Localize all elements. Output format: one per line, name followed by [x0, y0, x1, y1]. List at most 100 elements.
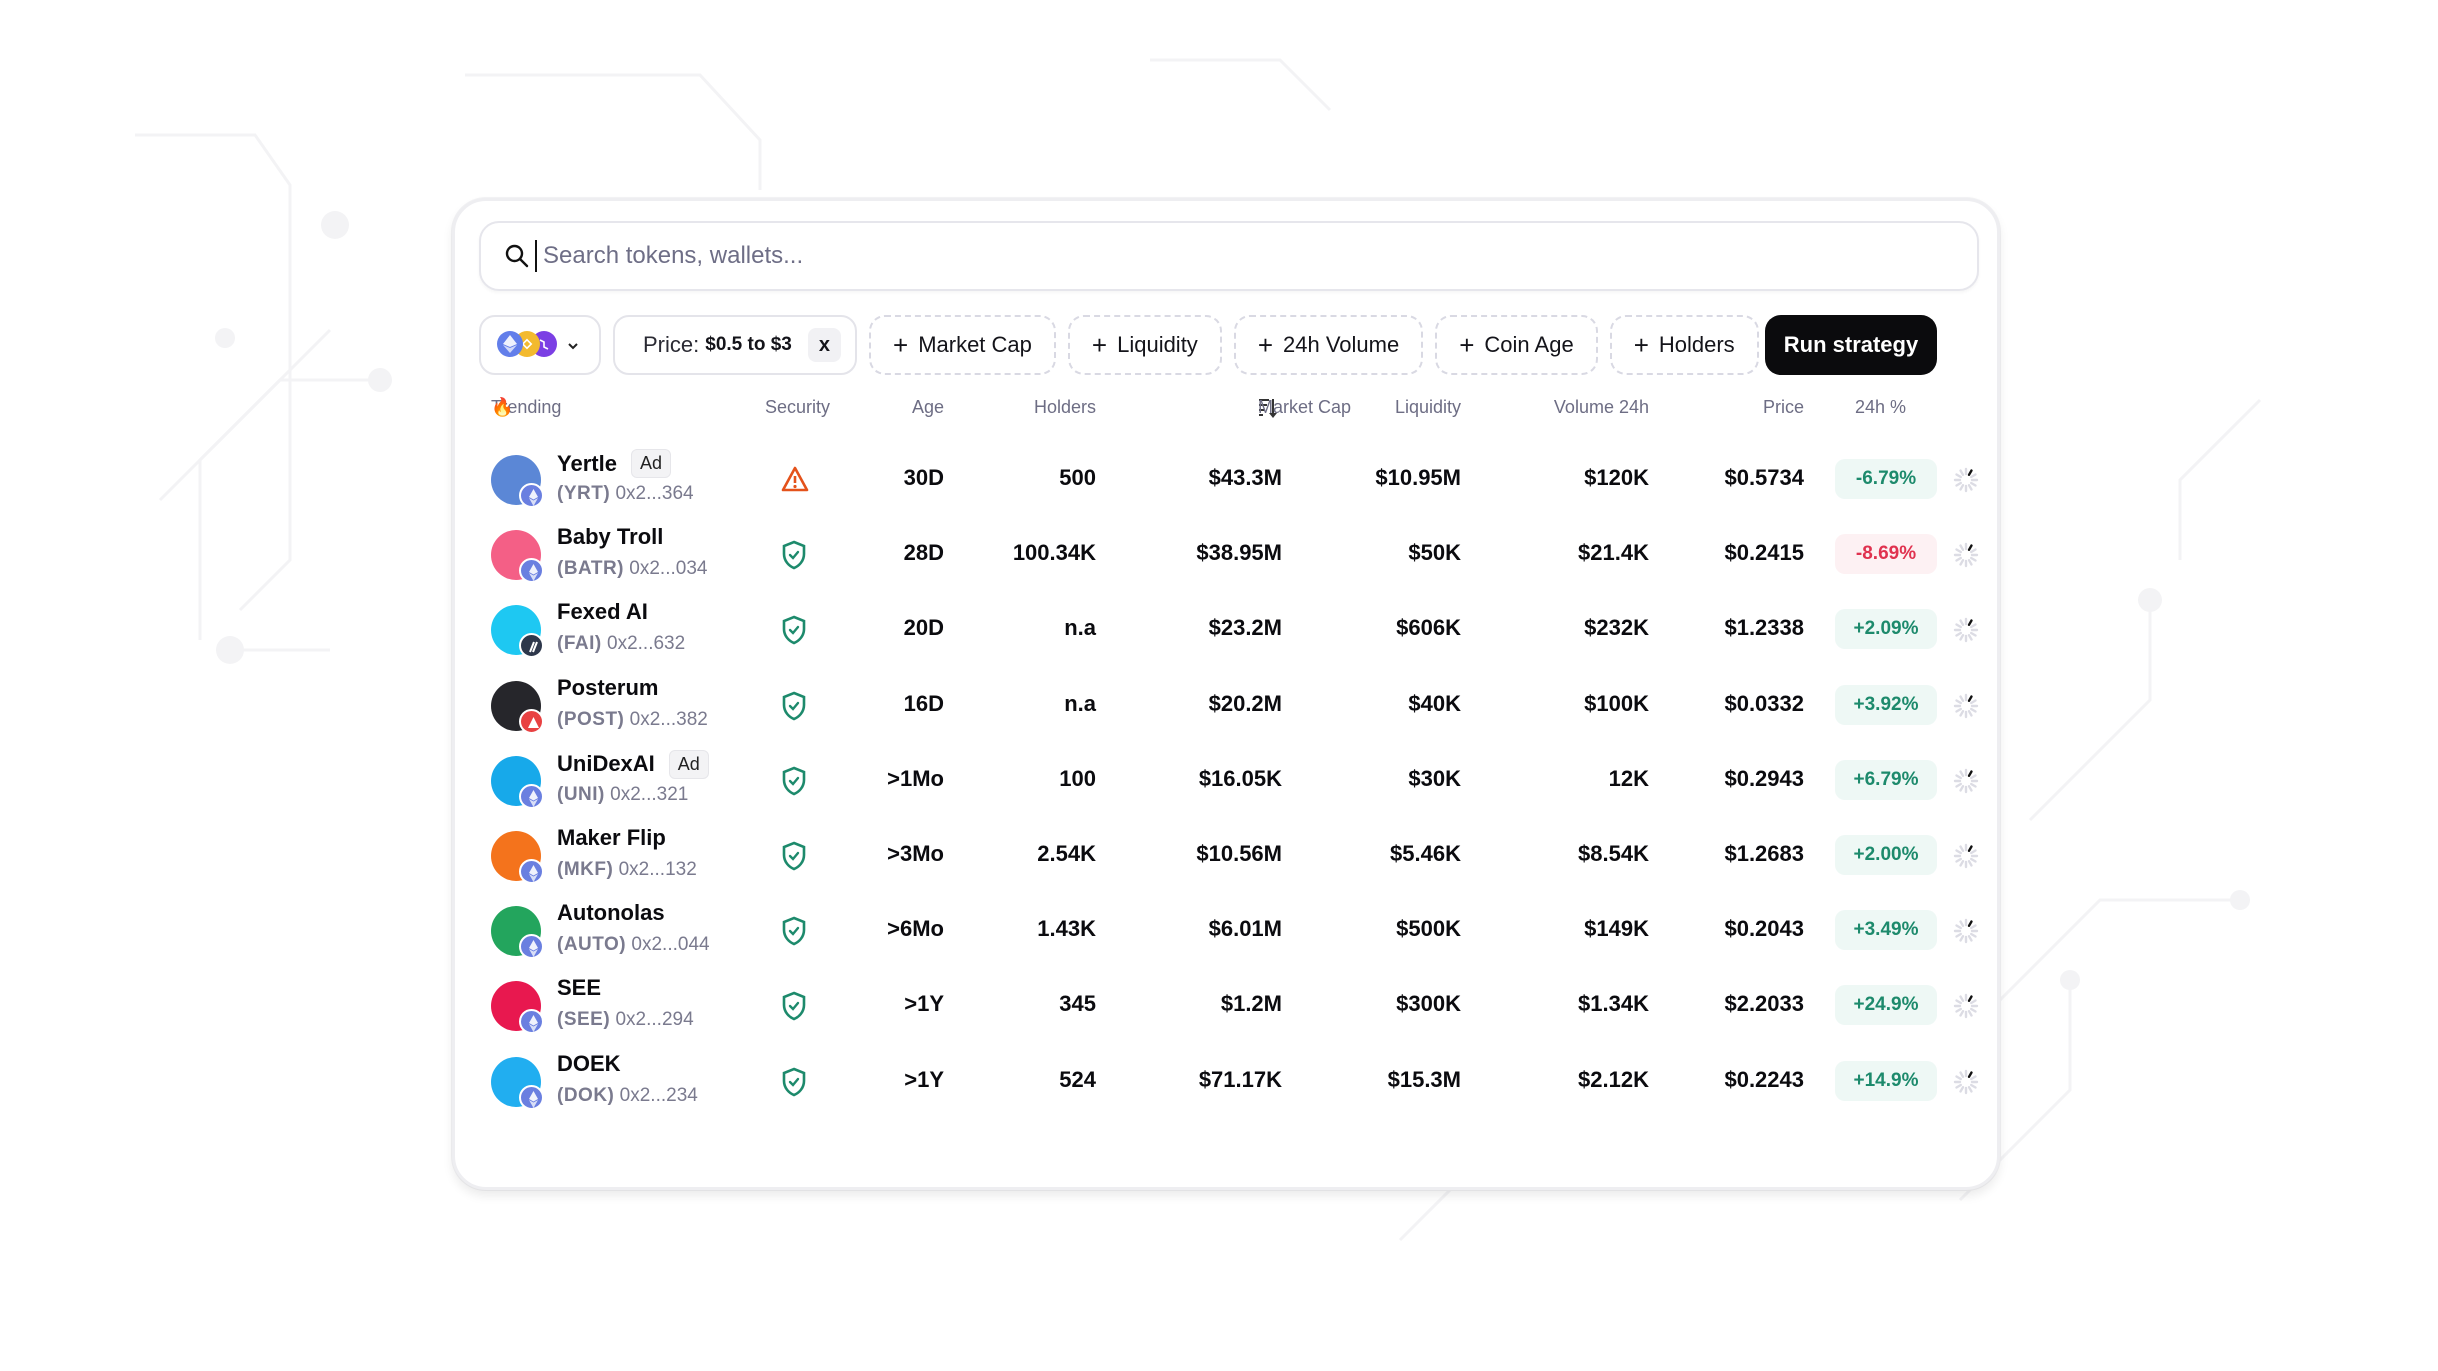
- loading-spinner-icon: [1953, 1069, 1979, 1095]
- token-address[interactable]: 0x2...321: [610, 784, 688, 805]
- liquidity-value: $5.46K: [1390, 841, 1461, 866]
- table-row[interactable]: SEE (SEE) 0x2...294 >1Y 345 $1.2M $300K …: [455, 967, 1997, 1045]
- liquidity-value: $606K: [1396, 615, 1461, 641]
- shield-check-icon[interactable]: [781, 916, 811, 946]
- ethereum-icon: [497, 331, 523, 357]
- text-cursor: [535, 240, 537, 272]
- token-name[interactable]: Posterum: [557, 675, 658, 701]
- token-name[interactable]: DOEK: [557, 1051, 621, 1077]
- token-name[interactable]: Maker Flip: [557, 825, 666, 851]
- add-holders-filter[interactable]: + Holders: [1609, 315, 1759, 375]
- token-address[interactable]: 0x2...294: [615, 1009, 693, 1030]
- remove-filter-button[interactable]: x: [807, 328, 841, 362]
- shield-check-icon[interactable]: [781, 841, 811, 871]
- table-header: Trending 🔥 Security Age Holders Market C…: [455, 397, 1997, 427]
- change-badge: +14.9%: [1835, 1060, 1937, 1101]
- header-age[interactable]: Age: [912, 397, 944, 418]
- liquidity-value: $500K: [1396, 916, 1461, 942]
- token-address[interactable]: 0x2...632: [607, 633, 685, 654]
- token-meta: (UNI) 0x2...321: [557, 784, 688, 806]
- token-address[interactable]: 0x2...044: [631, 934, 709, 955]
- market-cap-value: $23.2M: [1208, 615, 1282, 641]
- run-strategy-button[interactable]: Run strategy: [1765, 315, 1937, 375]
- price-value: $0.5734: [1724, 465, 1804, 490]
- holders-value: 100: [1059, 765, 1096, 791]
- token-name[interactable]: Yertle: [557, 451, 617, 477]
- shield-check-icon[interactable]: [781, 615, 811, 645]
- market-cap-value: $10.56M: [1196, 841, 1282, 866]
- age-value: >3Mo: [887, 841, 944, 866]
- search-icon: [503, 242, 531, 270]
- header-market-cap[interactable]: Market Cap: [1258, 397, 1351, 419]
- token-logo: [491, 755, 544, 809]
- token-address[interactable]: 0x2...034: [629, 558, 707, 579]
- token-meta: (AUTO) 0x2...044: [557, 934, 710, 956]
- search-bar[interactable]: [479, 221, 1979, 291]
- add-volume-filter[interactable]: + 24h Volume: [1233, 315, 1424, 375]
- table-row[interactable]: DOEK (DOK) 0x2...234 >1Y 524 $71.17K $15…: [455, 1043, 1997, 1121]
- price-filter-value: $0.5 to $3: [705, 334, 792, 355]
- token-address[interactable]: 0x2...234: [620, 1085, 698, 1106]
- shield-check-icon[interactable]: [781, 766, 811, 796]
- price-filter-chip[interactable]: Price: $0.5 to $3 x: [613, 315, 857, 375]
- volume-value: $120K: [1584, 465, 1649, 490]
- shield-check-icon[interactable]: [781, 540, 811, 570]
- token-logo: [491, 906, 544, 960]
- header-price[interactable]: Price: [1763, 397, 1804, 418]
- change-badge: +2.09%: [1835, 609, 1937, 650]
- token-name[interactable]: Baby Troll: [557, 524, 663, 550]
- token-address[interactable]: 0x2...132: [619, 859, 697, 880]
- add-market-cap-filter[interactable]: + Market Cap: [869, 315, 1056, 375]
- change-badge: +24.9%: [1835, 985, 1937, 1026]
- table-row[interactable]: Maker Flip (MKF) 0x2...132 >3Mo 2.54K $1…: [455, 817, 1997, 895]
- chain-badge-icon: [519, 1084, 544, 1110]
- token-address[interactable]: 0x2...382: [630, 709, 708, 730]
- holders-value: 2.54K: [1037, 841, 1096, 866]
- holders-value: 524: [1059, 1066, 1096, 1092]
- table-row[interactable]: Baby Troll (BATR) 0x2...034 28D 100.34K …: [455, 516, 1997, 594]
- chain-badge-icon: [519, 633, 544, 659]
- shield-check-icon[interactable]: [781, 991, 811, 1021]
- liquidity-value: $30K: [1408, 765, 1461, 791]
- volume-value: $2.12K: [1578, 1066, 1649, 1092]
- plus-icon: +: [893, 329, 909, 360]
- holders-value: 100.34K: [1012, 540, 1096, 566]
- token-name[interactable]: UniDexAI: [557, 751, 655, 777]
- table-row[interactable]: Autonolas (AUTO) 0x2...044 >6Mo 1.43K $6…: [455, 892, 1997, 970]
- chain-selector[interactable]: [479, 315, 601, 375]
- token-name-wrap: SEE: [557, 975, 601, 1001]
- header-security[interactable]: Security: [765, 397, 830, 418]
- shield-check-icon[interactable]: [781, 1067, 811, 1097]
- header-liquidity[interactable]: Liquidity: [1395, 397, 1461, 418]
- table-row[interactable]: Fexed AI (FAI) 0x2...632 20D n.a $23.2M …: [455, 591, 1997, 669]
- header-change[interactable]: 24h %: [1855, 397, 1906, 418]
- price-value: $0.0332: [1724, 690, 1804, 716]
- token-name[interactable]: SEE: [557, 975, 601, 1001]
- add-liquidity-filter[interactable]: + Liquidity: [1067, 315, 1222, 375]
- shield-check-icon[interactable]: [781, 691, 811, 721]
- token-symbol: (MKF): [557, 859, 614, 880]
- token-logo: [491, 680, 544, 734]
- token-screener-card: Price: $0.5 to $3 x + Market Cap + Liqui…: [452, 198, 2000, 1190]
- search-input[interactable]: [543, 242, 1977, 270]
- filter-label: 24h Volume: [1283, 332, 1400, 357]
- header-volume[interactable]: Volume 24h: [1554, 397, 1649, 418]
- token-address[interactable]: 0x2...364: [615, 483, 693, 504]
- table-row[interactable]: Yertle Ad (YRT) 0x2...364 30D 500 $43.3M…: [455, 441, 1997, 519]
- filter-label: Coin Age: [1484, 332, 1574, 357]
- volume-value: $100K: [1584, 690, 1649, 716]
- price-filter-label: Price:: [643, 332, 700, 357]
- volume-value: $8.54K: [1578, 841, 1649, 866]
- volume-value: 12K: [1608, 765, 1649, 791]
- table-row[interactable]: UniDexAI Ad (UNI) 0x2...321 >1Mo 100 $16…: [455, 742, 1997, 820]
- table-row[interactable]: Posterum (POST) 0x2...382 16D n.a $20.2M…: [455, 667, 1997, 745]
- token-name[interactable]: Fexed AI: [557, 599, 648, 625]
- header-holders[interactable]: Holders: [1034, 397, 1096, 418]
- add-coin-age-filter[interactable]: + Coin Age: [1435, 315, 1598, 375]
- age-value: >6Mo: [887, 916, 944, 942]
- plus-icon: +: [1633, 329, 1649, 360]
- filter-bar: Price: $0.5 to $3 x + Market Cap + Liqui…: [479, 315, 1771, 375]
- token-name[interactable]: Autonolas: [557, 900, 665, 926]
- market-cap-value: $6.01M: [1208, 916, 1282, 942]
- warning-icon[interactable]: [781, 465, 811, 495]
